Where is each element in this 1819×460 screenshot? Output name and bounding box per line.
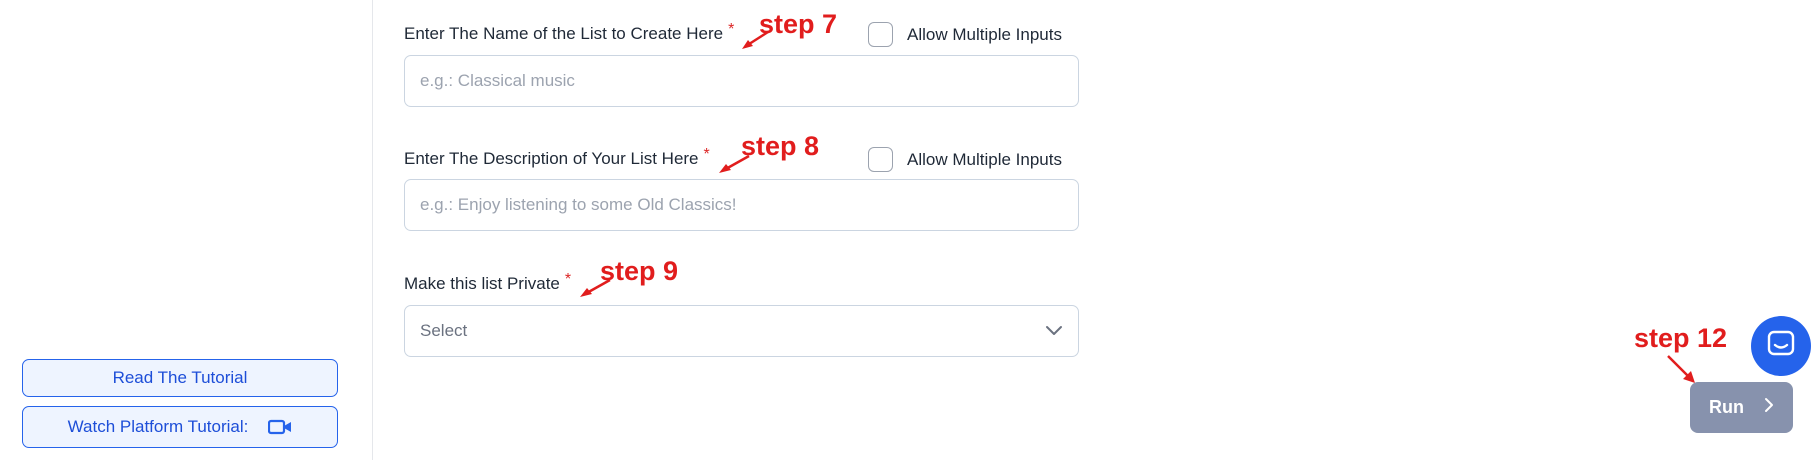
- read-tutorial-label: Read The Tutorial: [112, 368, 248, 387]
- list-description-input[interactable]: [404, 179, 1079, 231]
- list-description-multiple-label: Allow Multiple Inputs: [907, 149, 1062, 169]
- run-button[interactable]: Run: [1690, 382, 1793, 433]
- required-mark: *: [564, 271, 572, 288]
- privacy-label-row: Make this list Private *: [404, 271, 572, 294]
- list-name-multiple-inputs[interactable]: Allow Multiple Inputs: [868, 22, 1062, 47]
- privacy-select[interactable]: Select: [404, 305, 1079, 357]
- step-8-arrow-icon: [719, 154, 750, 173]
- step-12-arrow-icon: [1667, 355, 1695, 383]
- step-12-annotation: step 12: [1634, 323, 1728, 353]
- read-tutorial-button[interactable]: Read The Tutorial: [22, 359, 338, 397]
- page: Read The Tutorial Watch Platform Tutoria…: [0, 0, 1819, 460]
- list-description-multiple-checkbox[interactable]: [868, 147, 893, 172]
- list-name-label: Enter The Name of the List to Create Her…: [404, 24, 724, 43]
- run-button-label: Run: [1709, 397, 1744, 417]
- list-name-multiple-label: Allow Multiple Inputs: [907, 24, 1062, 44]
- watch-platform-tutorial-label: Watch Platform Tutorial:: [67, 417, 249, 436]
- list-name-multiple-checkbox[interactable]: [868, 22, 893, 47]
- privacy-select-value: Select: [420, 321, 468, 340]
- required-mark: *: [728, 21, 735, 38]
- sidebar: Read The Tutorial Watch Platform Tutoria…: [0, 0, 373, 460]
- list-name-label-row: Enter The Name of the List to Create Her…: [404, 21, 735, 44]
- step-7-arrow-icon: [742, 30, 769, 49]
- list-name-input[interactable]: [404, 55, 1079, 107]
- list-description-label: Enter The Description of Your List Here: [404, 149, 699, 168]
- step-8-annotation: step 8: [741, 131, 820, 161]
- list-description-multiple-inputs[interactable]: Allow Multiple Inputs: [868, 147, 1062, 172]
- chevron-right-icon: [1764, 397, 1774, 418]
- step-7-annotation: step 7: [759, 9, 838, 39]
- chat-icon: [1766, 329, 1796, 364]
- watch-platform-tutorial-button[interactable]: Watch Platform Tutorial:: [22, 406, 338, 448]
- chat-launcher-button[interactable]: [1751, 316, 1811, 376]
- list-description-label-row: Enter The Description of Your List Here …: [404, 146, 710, 169]
- required-mark: *: [703, 146, 710, 163]
- video-camera-icon: [268, 419, 292, 435]
- privacy-label: Make this list Private: [404, 274, 560, 293]
- chevron-down-icon: [1045, 321, 1063, 341]
- step-9-arrow-icon: [580, 278, 611, 297]
